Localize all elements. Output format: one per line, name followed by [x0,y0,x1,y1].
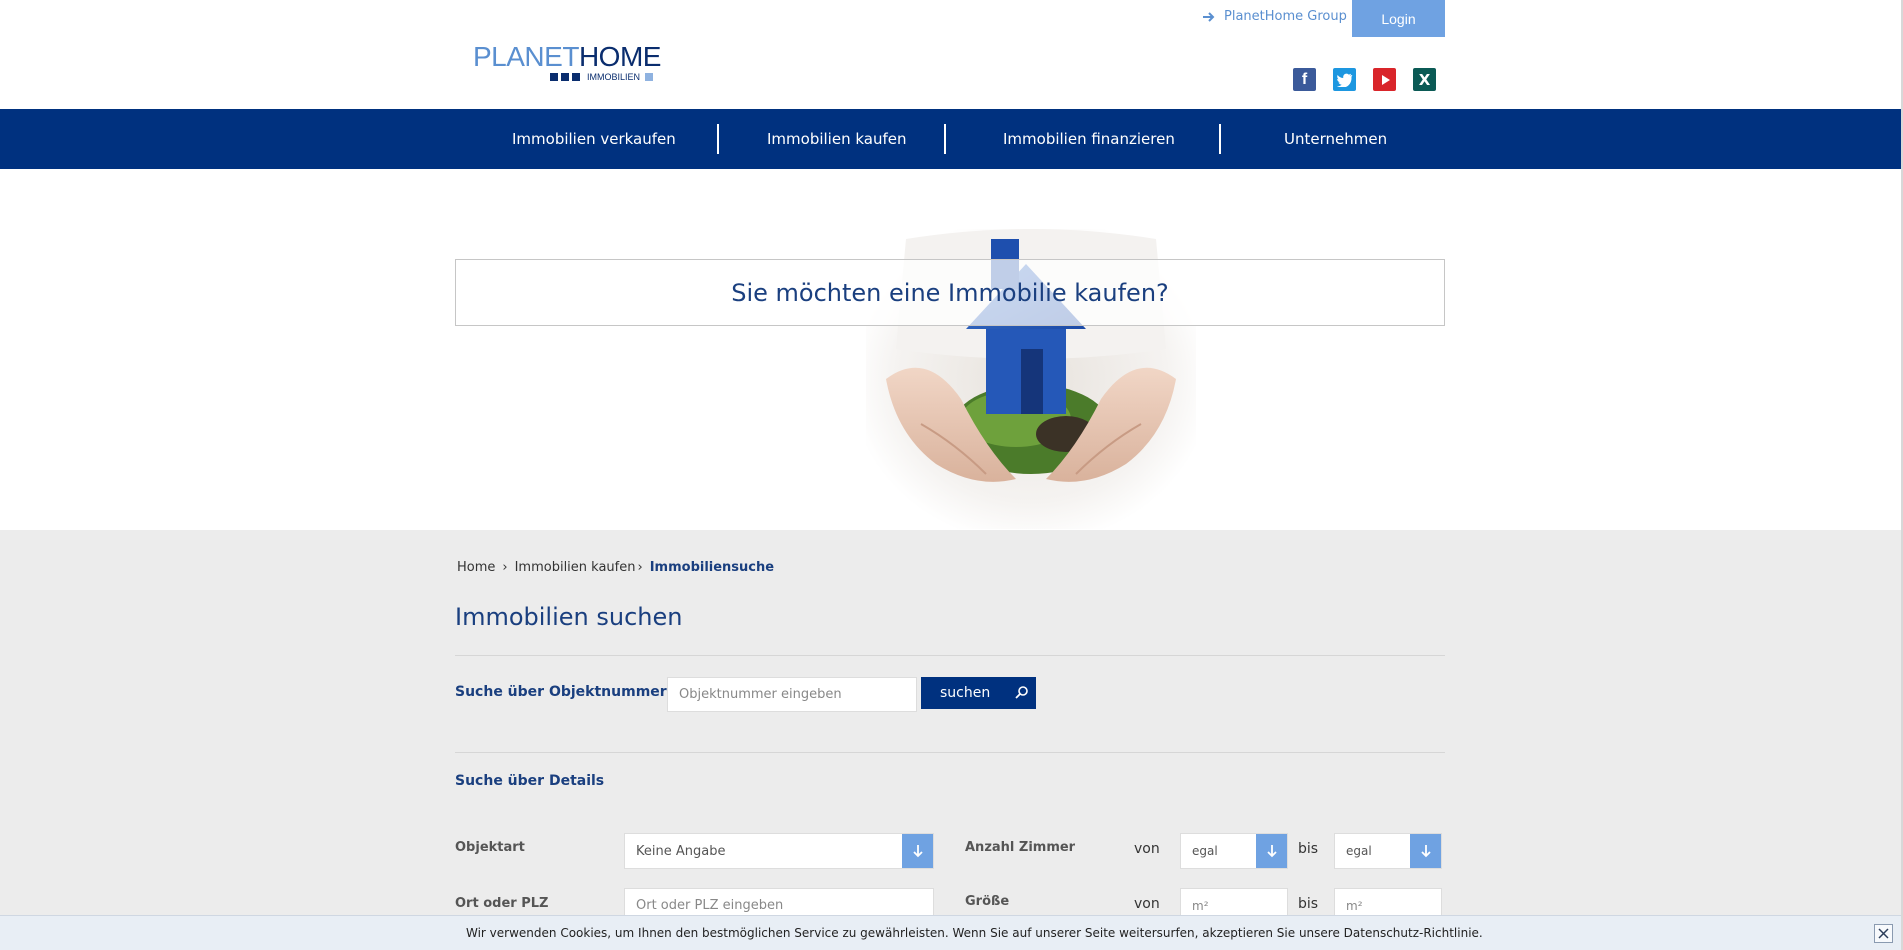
logo-square-icon [572,73,580,81]
login-button[interactable]: Login [1352,0,1445,37]
logo-square-icon [561,73,569,81]
facebook-icon[interactable]: f [1293,68,1316,91]
logo-square-icon [550,73,558,81]
nav-separator [717,124,719,154]
logo-square-icon [645,73,654,81]
nav-separator [944,124,946,154]
twitter-icon[interactable] [1333,68,1356,91]
rooms-von-label: von [1134,841,1160,857]
nav-separator [1219,124,1221,154]
hero-section: Sie möchten eine Immobilie kaufen? [0,169,1903,530]
divider [455,752,1445,753]
page: PLANETHOME IMMOBILIEN PlanetHome Group L… [0,0,1903,950]
objektart-select[interactable]: Keine Angabe [624,833,934,869]
rooms-bis-label: bis [1298,841,1319,857]
breadcrumb-immobilien-kaufen[interactable]: Immobilien kaufen [515,560,636,575]
arrow-down-icon [1256,834,1287,868]
size-von-label: von [1134,896,1160,912]
nav-item-immobilien-kaufen[interactable]: Immobilien kaufen [767,109,907,169]
rooms-from-value: egal [1192,844,1218,858]
logo-home-text: HOME [578,41,662,72]
main-navigation: Immobilien verkaufen Immobilien kaufen I… [0,109,1903,169]
rooms-from-select[interactable]: egal [1180,833,1288,869]
xing-icon[interactable]: X [1413,68,1436,91]
rooms-to-value: egal [1346,844,1372,858]
search-icon [1014,685,1030,705]
youtube-icon[interactable] [1373,68,1396,91]
logo-planet-text: PLANET [473,41,579,72]
chevron-right-icon: › [502,560,508,575]
divider [455,655,1445,656]
rooms-to-select[interactable]: egal [1334,833,1442,869]
group-link-label: PlanetHome Group [1224,9,1347,24]
nav-item-immobilien-finanzieren[interactable]: Immobilien finanzieren [1003,109,1175,169]
site-header: PLANETHOME IMMOBILIEN PlanetHome Group L… [0,0,1903,109]
objektart-label: Objektart [455,840,525,855]
breadcrumb: Home › Immobilien kaufen › Immobiliensuc… [457,560,774,575]
anzahl-zimmer-label: Anzahl Zimmer [965,840,1076,855]
logo-sub-text: IMMOBILIEN [587,72,641,82]
search-section: Home › Immobilien kaufen › Immobiliensuc… [0,530,1903,950]
hero-title: Sie möchten eine Immobilie kaufen? [731,278,1169,307]
size-bis-label: bis [1298,896,1319,912]
objektnummer-search-label: Suche über Objektnummer [455,684,667,700]
ort-plz-label: Ort oder PLZ [455,896,549,911]
arrow-down-icon [902,834,933,868]
cookie-text: Wir verwenden Cookies, um Ihnen den best… [466,926,1483,940]
details-search-label: Suche über Details [455,773,605,789]
chevron-right-icon: › [637,560,643,575]
cookie-banner: Wir verwenden Cookies, um Ihnen den best… [0,915,1903,950]
search-button-label: suchen [940,685,991,701]
planethome-group-link[interactable]: PlanetHome Group [1202,9,1347,24]
breadcrumb-home[interactable]: Home [457,560,495,575]
close-icon[interactable] [1874,924,1893,943]
groesse-label: Größe [965,894,1010,909]
search-button[interactable]: suchen [921,677,1036,709]
hero-title-box: Sie möchten eine Immobilie kaufen? [455,259,1445,326]
nav-item-unternehmen[interactable]: Unternehmen [1284,109,1387,169]
planethome-logo[interactable]: PLANETHOME IMMOBILIEN [473,41,662,83]
objektart-value: Keine Angabe [636,843,726,859]
arrow-right-icon [1202,10,1216,24]
objektnummer-input[interactable]: Objektnummer eingeben [667,677,917,712]
arrow-down-icon [1410,834,1441,868]
nav-item-immobilien-verkaufen[interactable]: Immobilien verkaufen [512,109,676,169]
breadcrumb-current: Immobiliensuche [649,560,775,575]
logo-subline: IMMOBILIEN [550,72,654,82]
page-title: Immobilien suchen [455,603,683,631]
